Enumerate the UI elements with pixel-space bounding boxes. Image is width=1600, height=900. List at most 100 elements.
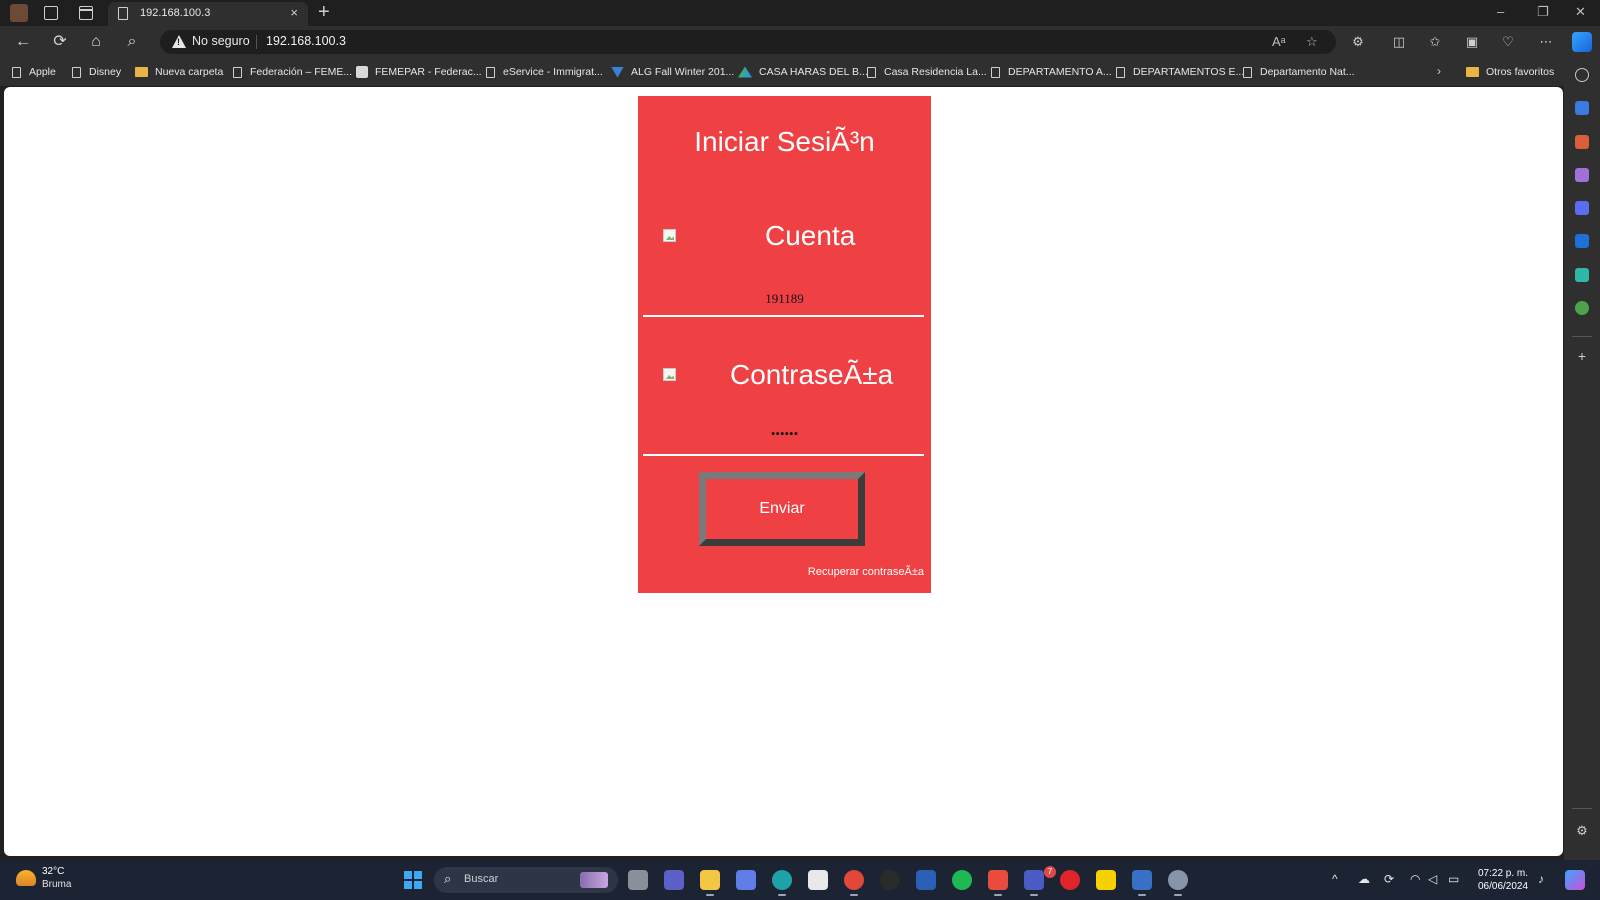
not-secure-warning-icon[interactable] [172,35,186,48]
browser-tab[interactable]: 192.168.100.3 × [108,2,308,26]
page-icon [233,66,242,78]
copilot-tray-icon[interactable] [1565,870,1585,890]
account-input[interactable]: 191189 [638,291,931,307]
teams-chat-icon[interactable] [664,870,684,890]
snipping-tool-icon[interactable] [988,870,1008,896]
teams-icon[interactable] [1024,870,1044,896]
taskbar-search[interactable]: ⌕ Buscar [434,867,618,893]
favorite-apple[interactable]: Apple [12,64,56,80]
sticky-notes-icon[interactable] [1096,870,1116,890]
password-underline [643,454,924,456]
sidebar-search-icon[interactable] [1575,68,1589,82]
settings-icon[interactable] [1168,870,1188,896]
tools-icon[interactable] [1575,135,1589,149]
favorite-casa-residencia[interactable]: Casa Residencia La... [867,64,987,80]
title-bar: 192.168.100.3 × + – ❐ ✕ [0,0,1600,26]
workspaces-icon[interactable] [44,6,58,20]
folder-icon [135,67,148,77]
favorite-casa-haras[interactable]: CASA HARAS DEL B... [738,64,868,80]
page-icon [12,66,21,78]
favorite-federacion[interactable]: Federación – FEME... [233,64,352,80]
tab-close-icon[interactable]: × [290,5,298,20]
favorite-departamento-a[interactable]: DEPARTAMENTO A... [991,64,1112,80]
url-text[interactable]: 192.168.100.3 [266,34,346,48]
edge-sidebar: + ⚙ [1564,58,1600,860]
submit-button[interactable]: Enviar [699,472,865,546]
notifications-bell-icon[interactable]: ♪ [1538,872,1544,886]
favorite-disney[interactable]: Disney [72,64,121,80]
security-label[interactable]: No seguro [192,34,250,48]
site-icon [611,66,624,78]
word-icon[interactable] [916,870,936,890]
password-input[interactable]: •••••• [638,426,931,442]
favorite-eservice[interactable]: eService - Immigrat... [486,64,603,80]
account-underline [643,315,924,317]
battery-icon[interactable]: ▭ [1448,872,1459,886]
wifi-icon[interactable]: ◠ [1410,872,1420,886]
clock-time[interactable]: 07:22 p. m. [1478,868,1528,879]
tree-icon[interactable] [1575,301,1589,315]
weather-sun-icon[interactable] [16,870,36,886]
restore-button[interactable]: ❐ [1537,4,1549,20]
clock-date[interactable]: 06/06/2024 [1478,881,1528,892]
settings-gear-icon[interactable]: ⚙ [1575,824,1589,838]
page-icon [1243,66,1252,78]
back-icon[interactable]: ← [13,32,33,52]
chevron-right-icon[interactable]: › [1437,64,1441,78]
chrome-icon[interactable] [844,870,864,896]
browser-essentials-icon[interactable]: ♡ [1500,34,1516,50]
weather-condition[interactable]: Bruma [42,879,71,890]
copilot-icon[interactable] [1572,32,1592,52]
outlook-icon[interactable] [1575,234,1589,248]
drop-icon[interactable] [1575,268,1589,282]
home-icon[interactable]: ⌂ [86,32,106,52]
page-icon [1116,66,1125,78]
opera-icon[interactable] [1060,870,1080,890]
chevron-up-icon[interactable]: ^ [1332,872,1338,886]
file-explorer-icon[interactable] [700,870,720,896]
task-view-icon[interactable] [628,870,648,890]
other-favorites[interactable]: Otros favoritos [1466,64,1554,80]
spotify-icon[interactable] [952,870,972,890]
start-windows-icon[interactable] [404,871,422,889]
copilot-taskbar-icon[interactable] [736,870,756,890]
favorite-departamentos-e[interactable]: DEPARTAMENTOS E... [1116,64,1244,80]
favorite-alg[interactable]: ALG Fall Winter 201... [611,64,734,80]
search-icon[interactable]: ⌕ [122,32,142,52]
collections-icon[interactable]: ▣ [1464,34,1480,50]
steam-icon[interactable] [1132,870,1152,896]
shopping-tag-icon[interactable] [1575,101,1589,115]
favorite-nueva-carpeta[interactable]: Nueva carpeta [135,64,223,80]
app-icon[interactable] [880,870,900,890]
vertical-tabs-icon[interactable] [79,6,93,20]
recover-password-link[interactable]: Recuperar contraseÃ±a [808,566,924,578]
page-icon [118,7,128,20]
microsoft-365-icon[interactable] [1575,201,1589,215]
minimize-button[interactable]: – [1497,4,1504,19]
extensions-icon[interactable]: ⚙ [1350,34,1366,50]
more-menu-icon[interactable]: ⋯ [1538,34,1554,50]
profile-avatar-icon[interactable] [10,4,28,22]
refresh-icon[interactable]: ⟳ [50,32,70,52]
favorite-femepar[interactable]: FEMEPAR - Federac... [356,64,482,80]
favorites-icon[interactable]: ✩ [1427,34,1443,50]
favorite-departamento-nat[interactable]: Departamento Nat... [1243,64,1355,80]
tab-title: 192.168.100.3 [140,7,211,19]
favorite-star-icon[interactable]: ☆ [1306,34,1318,50]
page-title: Iniciar SesiÃ³n [694,126,875,157]
sync-icon[interactable]: ⟳ [1384,872,1394,886]
microsoft-store-icon[interactable] [808,870,828,890]
sidebar-divider [1572,808,1592,809]
edge-icon[interactable] [772,870,792,896]
weather-temperature[interactable]: 32°C [42,866,64,877]
games-icon[interactable] [1575,168,1589,182]
close-window-button[interactable]: ✕ [1575,4,1586,20]
read-aloud-icon[interactable]: Aᵃ [1272,34,1286,49]
split-screen-icon[interactable]: ◫ [1391,34,1407,50]
add-icon[interactable]: + [1575,349,1589,363]
new-tab-button[interactable]: + [318,1,330,23]
volume-icon[interactable]: ◁ [1428,872,1437,886]
site-icon [738,66,752,78]
onedrive-icon[interactable]: ☁ [1358,872,1370,886]
address-bar[interactable]: No seguro 192.168.100.3 Aᵃ ☆ [160,30,1336,54]
